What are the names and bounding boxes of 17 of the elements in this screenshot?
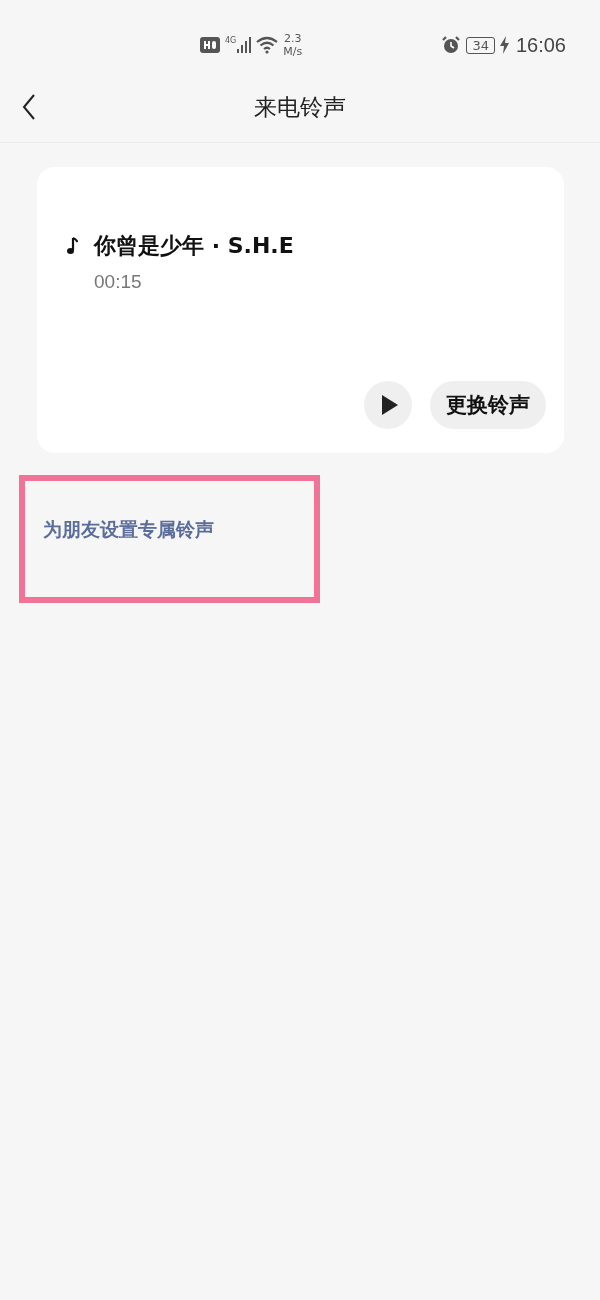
ringtone-duration: 00:15: [94, 271, 142, 293]
play-button[interactable]: [364, 381, 412, 429]
speed-value: 2.3: [284, 32, 302, 45]
network-type: 4G: [225, 35, 237, 45]
music-note-icon: [67, 237, 78, 255]
signal-icon: [237, 37, 252, 53]
change-ringtone-button[interactable]: 更换铃声: [430, 381, 546, 429]
play-icon: [382, 395, 398, 415]
wifi-icon: [256, 36, 279, 54]
page-title: 来电铃声: [254, 93, 346, 122]
speed-unit: M/s: [283, 45, 303, 58]
ringtone-name: 你曾是少年 · S.H.E: [94, 232, 294, 260]
alarm-clock-icon: [441, 35, 462, 55]
clock-time: 16:06: [515, 33, 566, 57]
friend-ringtone-link[interactable]: 为朋友设置专属铃声: [43, 518, 214, 540]
hd-icon: [200, 37, 220, 53]
battery-icon: 34: [466, 36, 495, 54]
